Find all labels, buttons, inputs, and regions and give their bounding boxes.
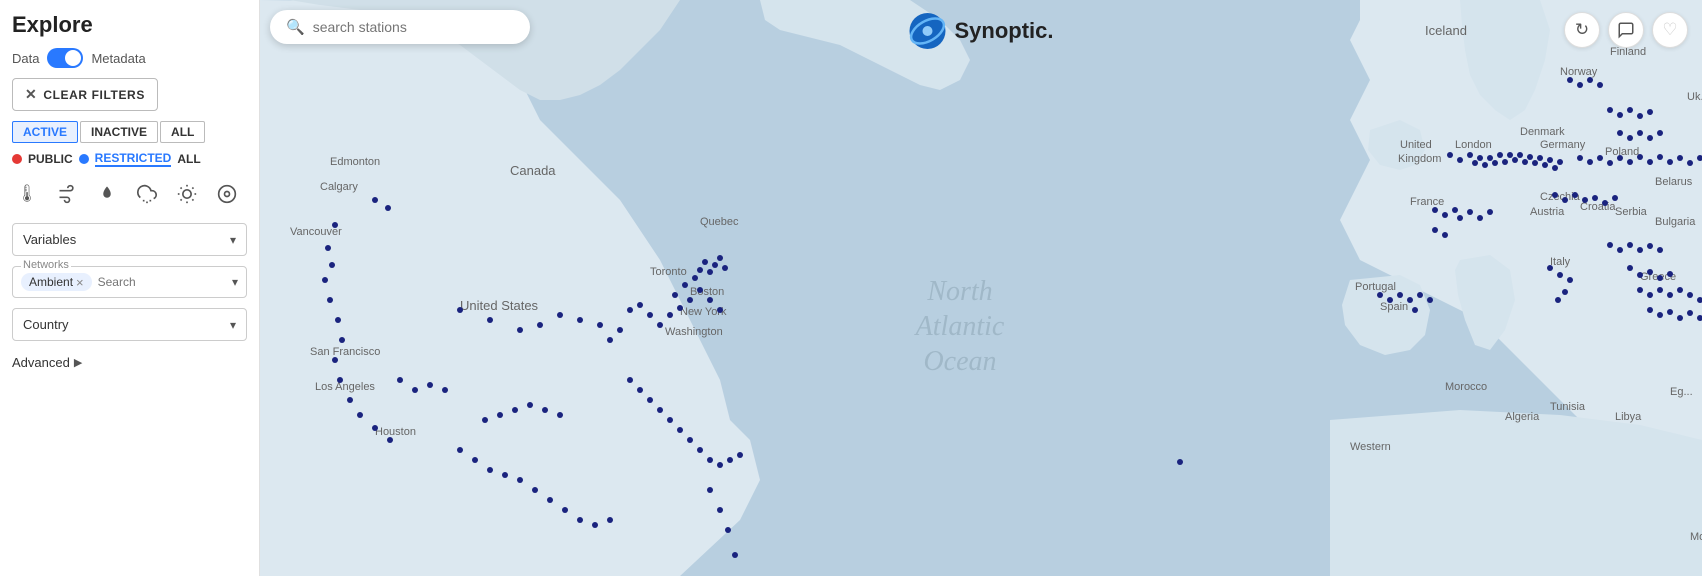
svg-text:Kingdom: Kingdom [1398,153,1441,165]
fire-icon[interactable] [92,179,122,209]
svg-text:Libya: Libya [1615,411,1642,423]
search-input[interactable] [313,19,514,35]
advanced-arrow-icon: ▶ [74,356,82,369]
status-all-button[interactable]: ALL [160,121,205,143]
svg-text:United States: United States [460,298,539,313]
country-label: Country [23,317,69,332]
settings-circle-icon[interactable] [212,179,242,209]
ambient-chip-label: Ambient [29,275,73,289]
networks-search-input[interactable] [98,275,158,289]
data-toggle[interactable] [47,48,83,68]
svg-text:Quebec: Quebec [700,216,739,228]
svg-text:United: United [1400,139,1432,151]
svg-text:Bulgaria: Bulgaria [1655,216,1696,228]
svg-text:Edmonton: Edmonton [330,156,380,168]
svg-text:Iceland: Iceland [1425,23,1467,38]
thermometer-icon[interactable]: 🌡 [12,179,42,209]
svg-text:Spain: Spain [1380,301,1408,313]
svg-text:Denmark: Denmark [1520,126,1565,138]
svg-text:Morocco: Morocco [1445,381,1487,393]
country-chevron-icon: ▾ [230,318,236,332]
svg-text:Los Angeles: Los Angeles [315,381,375,393]
wind-icon[interactable] [52,179,82,209]
svg-text:San Francisco: San Francisco [310,346,380,358]
svg-text:Moldov...: Moldov... [1690,531,1702,543]
svg-text:France: France [1410,196,1444,208]
synoptic-logo-text: Synoptic. [954,18,1053,44]
metadata-label: Metadata [91,51,145,66]
svg-text:Washington: Washington [665,326,723,338]
map-top-right-buttons: ↻ ♡ [1564,12,1688,48]
svg-text:Tunisia: Tunisia [1550,401,1586,413]
svg-text:Norway: Norway [1560,66,1598,78]
svg-text:North: North [926,276,992,307]
variables-dropdown[interactable]: Variables ▾ [12,223,247,256]
svg-text:Uk...: Uk... [1687,91,1702,103]
svg-text:Algeria: Algeria [1505,411,1540,423]
variables-label: Variables [23,232,76,247]
x-icon: ✕ [25,86,37,103]
networks-chevron-icon: ▾ [232,275,238,289]
advanced-label: Advanced [12,355,70,370]
heart-button[interactable]: ♡ [1652,12,1688,48]
status-filter-row: ACTIVE INACTIVE ALL [12,121,247,143]
map-svg: North Atlantic Ocean Iceland Canada Unit… [260,0,1702,576]
public-dot [12,154,22,164]
svg-text:Calgary: Calgary [320,181,358,193]
data-metadata-row: Data Metadata [12,48,247,68]
access-filter-row: PUBLIC RESTRICTED ALL [12,151,247,167]
rain-icon[interactable] [132,179,162,209]
sidebar: Explore Data Metadata ✕ CLEAR FILTERS AC… [0,0,260,576]
svg-text:Western: Western [1350,441,1391,453]
svg-text:Ocean: Ocean [923,346,996,377]
svg-text:Belarus: Belarus [1655,176,1693,188]
ambient-chip[interactable]: Ambient × [21,273,92,291]
restricted-dot [79,154,89,164]
access-public-button[interactable]: PUBLIC [28,152,73,166]
svg-text:Atlantic: Atlantic [914,311,1005,342]
svg-text:Houston: Houston [375,426,416,438]
variable-icons-row: 🌡 [12,179,247,209]
search-icon: 🔍 [286,18,305,36]
svg-text:Austria: Austria [1530,206,1565,218]
clear-filters-button[interactable]: ✕ CLEAR FILTERS [12,78,158,111]
svg-text:Serbia: Serbia [1615,206,1648,218]
status-active-button[interactable]: ACTIVE [12,121,78,143]
sidebar-title: Explore [12,12,247,38]
access-restricted-button[interactable]: RESTRICTED [95,151,172,167]
data-label: Data [12,51,39,66]
sun-icon[interactable] [172,179,202,209]
synoptic-logo-icon [908,12,946,50]
svg-text:London: London [1455,139,1492,151]
svg-text:Germany: Germany [1540,139,1586,151]
networks-label: Networks [21,259,71,271]
svg-text:Eg...: Eg... [1670,386,1693,398]
svg-text:Portugal: Portugal [1355,281,1396,293]
clear-filters-label: CLEAR FILTERS [43,88,145,102]
synoptic-logo: Synoptic. [908,12,1053,50]
networks-dropdown[interactable]: Networks Ambient × ▾ [12,266,247,298]
status-inactive-button[interactable]: INACTIVE [80,121,158,143]
country-dropdown[interactable]: Country ▾ [12,308,247,341]
message-button[interactable] [1608,12,1644,48]
map-area[interactable]: North Atlantic Ocean Iceland Canada Unit… [260,0,1702,576]
search-bar: 🔍 [270,10,530,44]
svg-text:Toronto: Toronto [650,266,687,278]
svg-text:Italy: Italy [1550,256,1571,268]
data-toggle-switch[interactable] [47,48,83,68]
svg-text:Canada: Canada [510,163,556,178]
access-all-button[interactable]: ALL [177,152,200,166]
advanced-row[interactable]: Advanced ▶ [12,355,247,370]
chip-remove-icon[interactable]: × [76,276,84,289]
svg-text:Boston: Boston [690,286,724,298]
refresh-button[interactable]: ↻ [1564,12,1600,48]
variables-chevron-icon: ▾ [230,233,236,247]
